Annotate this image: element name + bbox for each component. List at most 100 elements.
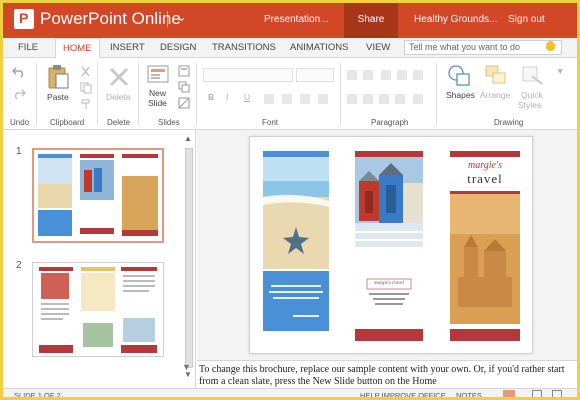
- justify-icon[interactable]: [395, 94, 405, 104]
- copy-icon[interactable]: [80, 82, 92, 94]
- title-separator: [167, 11, 168, 27]
- align-right-icon[interactable]: [379, 94, 389, 104]
- sign-out-link[interactable]: Sign out: [508, 14, 545, 25]
- bullets-icon[interactable]: [347, 70, 357, 80]
- new-slide-label-2[interactable]: Slide: [148, 98, 167, 108]
- shapes-button[interactable]: Shapes: [446, 90, 475, 100]
- user-name[interactable]: Healthy Grounds...: [414, 14, 497, 25]
- align-center-icon[interactable]: [363, 94, 373, 104]
- strikethrough-icon[interactable]: [264, 94, 274, 104]
- app-title: PowerPoint Online: [40, 9, 181, 28]
- italic-icon[interactable]: I: [226, 92, 228, 102]
- paste-icon[interactable]: [46, 64, 70, 90]
- tab-design[interactable]: DESIGN: [160, 42, 196, 53]
- brochure-title-line2: travel: [467, 171, 503, 186]
- thumbnail-scrollbar[interactable]: ▲ ▼: [183, 134, 195, 384]
- brochure-panel-middle: margie's travel: [355, 151, 423, 349]
- increase-indent-icon[interactable]: [397, 70, 407, 80]
- tab-view[interactable]: VIEW: [366, 42, 390, 53]
- group-separator: [97, 62, 98, 126]
- brochure-panel-right: margie's travel: [450, 151, 520, 349]
- group-separator: [36, 62, 37, 126]
- slide-number: 1: [16, 146, 22, 157]
- slide-number: 2: [16, 260, 22, 271]
- quick-styles-label-2[interactable]: Styles: [518, 100, 541, 110]
- group-label-drawing: Drawing: [494, 118, 524, 127]
- arrange-button[interactable]: Arrange: [480, 90, 510, 100]
- undo-icon[interactable]: [12, 66, 26, 78]
- slide-sorter-icon[interactable]: [532, 390, 542, 399]
- scroll-thumb[interactable]: [185, 148, 193, 368]
- scroll-up-icon[interactable]: ▲: [184, 134, 192, 143]
- document-name[interactable]: Presentation...: [264, 14, 328, 25]
- tab-file[interactable]: FILE: [18, 42, 38, 53]
- tab-animations[interactable]: ANIMATIONS: [290, 42, 348, 53]
- group-label-undo: Undo: [10, 118, 30, 127]
- slide-thumbnail-1[interactable]: [32, 148, 164, 243]
- normal-view-icon[interactable]: [503, 390, 515, 399]
- tell-me-input[interactable]: Tell me what you want to do: [404, 40, 562, 55]
- decrease-indent-icon[interactable]: [381, 70, 391, 80]
- layout-icon[interactable]: [178, 65, 190, 77]
- help-improve-link[interactable]: HELP IMPROVE OFFICE: [360, 391, 446, 400]
- group-separator: [340, 62, 341, 126]
- group-label-paragraph: Paragraph: [371, 118, 409, 127]
- slide-thumbnail-2[interactable]: [32, 262, 164, 357]
- align-text-icon[interactable]: [413, 94, 423, 104]
- underline-icon[interactable]: U: [244, 92, 250, 102]
- group-label-slides: Slides: [158, 118, 180, 127]
- font-family-select[interactable]: [203, 68, 293, 82]
- chevron-down-icon[interactable]: ⌄: [176, 9, 187, 25]
- beach-huts-image: [355, 151, 423, 341]
- quick-styles-icon[interactable]: [520, 64, 544, 86]
- reading-view-icon[interactable]: [552, 390, 562, 399]
- shapes-icon[interactable]: [447, 64, 473, 88]
- font-color-icon[interactable]: [300, 94, 310, 104]
- arrange-icon[interactable]: [484, 64, 508, 86]
- text-direction-icon[interactable]: [413, 70, 423, 80]
- group-separator: [196, 62, 197, 126]
- delete-button[interactable]: Delete: [106, 92, 131, 102]
- bold-icon[interactable]: B: [208, 92, 214, 102]
- brochure-logo-text: margie's travel: [374, 281, 404, 286]
- brochure-title-line1: margie's: [468, 160, 502, 171]
- more-drawing-icon[interactable]: ▼: [556, 66, 564, 76]
- current-slide[interactable]: margie's travel margie's travel: [249, 136, 533, 354]
- brochure-cover-thumbnail: [38, 154, 158, 236]
- format-painter-icon[interactable]: [80, 98, 92, 110]
- brochure-panel-left: [263, 151, 329, 349]
- hide-slide-icon[interactable]: [178, 97, 190, 109]
- subscript-icon[interactable]: [282, 94, 292, 104]
- ribbon: Undo Paste Clipboard Delete Delete New S…: [0, 58, 580, 130]
- group-label-delete: Delete: [107, 118, 131, 127]
- tab-insert[interactable]: INSERT: [110, 42, 145, 53]
- tab-transitions[interactable]: TRANSITIONS: [212, 42, 276, 53]
- duplicate-slide-icon[interactable]: [178, 81, 190, 93]
- group-separator: [436, 62, 437, 126]
- delete-icon[interactable]: [108, 66, 130, 88]
- numbering-icon[interactable]: [363, 70, 373, 80]
- group-label-font: Font: [262, 118, 279, 127]
- align-left-icon[interactable]: [347, 94, 357, 104]
- quick-styles-label[interactable]: Quick: [521, 90, 543, 100]
- clear-formatting-icon[interactable]: [318, 94, 328, 104]
- slide-indicator: SLIDE 1 OF 2: [14, 391, 61, 400]
- beach-starfish-image: [263, 151, 329, 331]
- status-bar: SLIDE 1 OF 2 HELP IMPROVE OFFICE NOTES: [0, 388, 580, 400]
- ribbon-tabs: FILE HOME INSERT DESIGN TRANSITIONS ANIM…: [0, 38, 580, 59]
- share-button[interactable]: Share: [344, 0, 398, 38]
- notes-toggle[interactable]: NOTES: [456, 391, 482, 400]
- notes-pane[interactable]: To change this brochure, replace our sam…: [197, 360, 580, 388]
- cut-icon[interactable]: [80, 66, 92, 78]
- redo-icon[interactable]: [12, 88, 26, 100]
- new-slide-icon[interactable]: [147, 64, 169, 84]
- tab-home[interactable]: HOME: [55, 38, 100, 59]
- new-slide-label[interactable]: New: [149, 88, 166, 98]
- title-bar: PowerPoint Online ⌄ Presentation... Shar…: [0, 0, 580, 38]
- group-label-clipboard: Clipboard: [50, 118, 85, 127]
- lightbulb-icon: [546, 41, 555, 51]
- slide-editor: margie's travel margie's travel: [197, 130, 580, 360]
- paste-button[interactable]: Paste: [47, 92, 69, 102]
- font-size-select[interactable]: [296, 68, 334, 82]
- collapse-notes-icon[interactable]: ▼: [182, 362, 191, 372]
